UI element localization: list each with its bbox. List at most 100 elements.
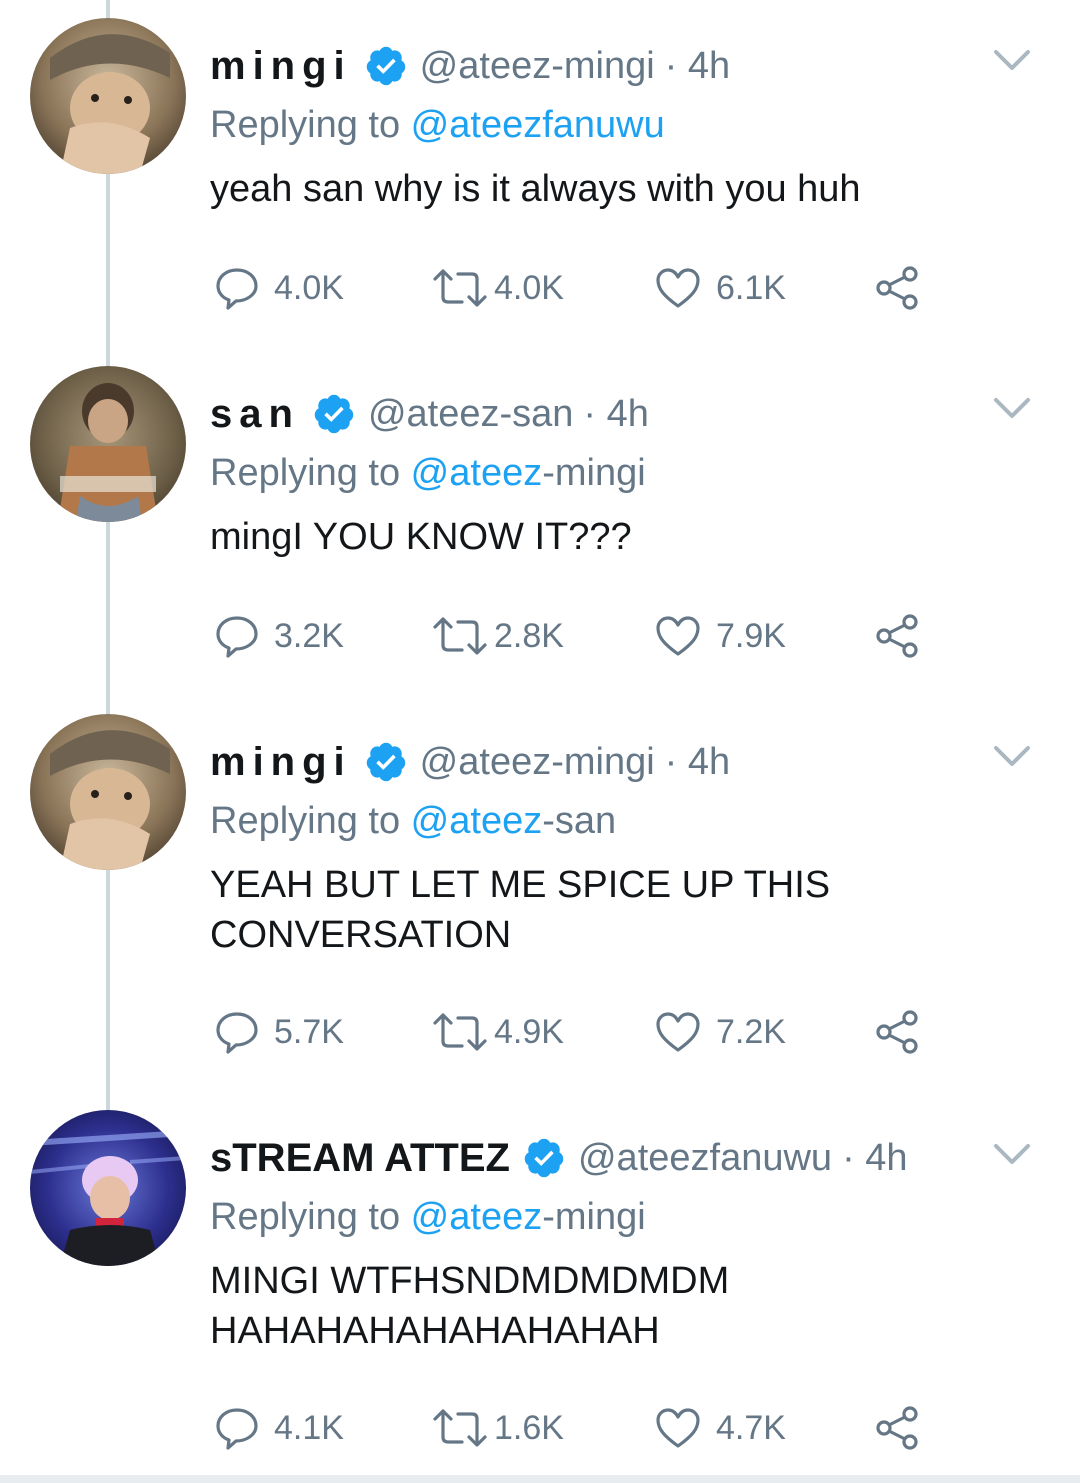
reply-count: 4.1K xyxy=(274,1408,344,1447)
retweet-count: 1.6K xyxy=(494,1408,564,1447)
replying-to-label: Replying to xyxy=(210,104,411,146)
reply-mention-link[interactable]: @ateez xyxy=(411,452,543,494)
retweet-icon xyxy=(433,269,487,307)
avatar[interactable] xyxy=(30,18,186,174)
verified-badge-icon xyxy=(524,1138,564,1178)
reply-count: 4.0K xyxy=(274,268,344,307)
tweet-actions: 3.2K 2.8K 7.9K xyxy=(214,611,934,661)
retweet-count: 2.8K xyxy=(494,616,564,655)
tweet-text: mingI YOU KNOW IT??? xyxy=(210,516,632,558)
reply-button[interactable]: 3.2K xyxy=(214,611,344,661)
comment-icon xyxy=(216,616,258,658)
share-icon xyxy=(876,266,918,310)
tweet-text: MINGI WTFHSNDMDMDMDM HAHAHAHAHAHAHAHAH xyxy=(210,1260,730,1352)
timestamp[interactable]: · 4h xyxy=(842,1137,907,1180)
tweet[interactable]: mingi @ateez-mingi · 4h Replying to @ate… xyxy=(0,18,1080,348)
replying-to: Replying to @ateezfanuwu xyxy=(210,104,665,147)
bottom-divider xyxy=(0,1475,1080,1483)
replying-to-label: Replying to xyxy=(210,1196,411,1238)
display-name[interactable]: sTREAM ATTEZ xyxy=(210,1136,510,1181)
heart-icon xyxy=(656,268,700,308)
share-icon xyxy=(876,1406,918,1450)
share-icon xyxy=(876,1010,918,1054)
reply-count: 3.2K xyxy=(274,616,344,655)
retweet-icon xyxy=(433,1013,487,1051)
display-name[interactable]: mingi xyxy=(210,740,352,785)
like-count: 7.2K xyxy=(716,1012,786,1051)
retweet-button[interactable]: 4.0K xyxy=(432,263,564,313)
retweet-icon xyxy=(433,1409,487,1447)
tweet[interactable]: sTREAM ATTEZ @ateezfanuwu · 4h Replying … xyxy=(0,1110,1080,1475)
replying-to-label: Replying to xyxy=(210,800,411,842)
tweet-header: san @ateez-san · 4h xyxy=(210,384,649,444)
avatar[interactable] xyxy=(30,714,186,870)
timestamp[interactable]: · 4h xyxy=(583,393,648,436)
retweet-count: 4.0K xyxy=(494,268,564,307)
handle[interactable]: @ateez-mingi xyxy=(420,741,655,784)
timestamp[interactable]: · 4h xyxy=(665,45,730,88)
reply-mention-rest: -san xyxy=(542,800,617,842)
avatar[interactable] xyxy=(30,1110,186,1266)
tweet-header: sTREAM ATTEZ @ateezfanuwu · 4h xyxy=(210,1128,908,1188)
tweet-text: YEAH BUT LET ME SPICE UP THIS CONVERSATI… xyxy=(210,864,831,956)
avatar[interactable] xyxy=(30,366,186,522)
retweet-icon xyxy=(433,617,487,655)
like-count: 6.1K xyxy=(716,268,786,307)
share-button[interactable] xyxy=(874,263,920,313)
display-name[interactable]: mingi xyxy=(210,44,352,89)
like-button[interactable]: 6.1K xyxy=(654,263,786,313)
handle[interactable]: @ateez-san xyxy=(368,393,573,436)
tweet-actions: 4.1K 1.6K 4.7K xyxy=(214,1403,934,1453)
tweet[interactable]: mingi @ateez-mingi · 4h Replying to @ate… xyxy=(0,714,1080,1094)
reply-mention-rest: -mingi xyxy=(542,452,646,494)
tweet[interactable]: san @ateez-san · 4h Replying to @ateez-m… xyxy=(0,366,1080,696)
reply-mention-link[interactable]: @ateezfanuwu xyxy=(411,104,665,146)
replying-to: Replying to @ateez-mingi xyxy=(210,1196,646,1239)
heart-icon xyxy=(656,1012,700,1052)
tweet-header: mingi @ateez-mingi · 4h xyxy=(210,36,730,96)
retweet-button[interactable]: 4.9K xyxy=(432,1007,564,1057)
display-name[interactable]: san xyxy=(210,392,300,437)
tweet-text: yeah san why is it always with you huh xyxy=(210,168,861,210)
replying-to: Replying to @ateez-san xyxy=(210,800,616,843)
chevron-down-icon[interactable] xyxy=(992,46,1032,74)
chevron-down-icon[interactable] xyxy=(992,394,1032,422)
chevron-down-icon[interactable] xyxy=(992,742,1032,770)
replying-to-label: Replying to xyxy=(210,452,411,494)
reply-mention-link[interactable]: @ateez xyxy=(411,1196,543,1238)
reply-mention-rest: -mingi xyxy=(542,1196,646,1238)
chevron-down-icon[interactable] xyxy=(992,1140,1032,1168)
verified-badge-icon xyxy=(314,394,354,434)
comment-icon xyxy=(216,1408,258,1450)
verified-badge-icon xyxy=(366,46,405,86)
reply-button[interactable]: 4.0K xyxy=(214,263,344,313)
reply-mention-link[interactable]: @ateez xyxy=(411,800,543,842)
comment-icon xyxy=(216,268,258,310)
comment-icon xyxy=(216,1012,258,1054)
reply-button[interactable]: 4.1K xyxy=(214,1403,344,1453)
tweet-actions: 4.0K 4.0K 6.1K xyxy=(214,263,934,313)
thread-line xyxy=(106,0,110,20)
reply-button[interactable]: 5.7K xyxy=(214,1007,344,1057)
like-count: 7.9K xyxy=(716,616,786,655)
share-button[interactable] xyxy=(874,1403,920,1453)
replying-to: Replying to @ateez-mingi xyxy=(210,452,646,495)
heart-icon xyxy=(656,1408,700,1448)
tweet-header: mingi @ateez-mingi · 4h xyxy=(210,732,730,792)
reply-count: 5.7K xyxy=(274,1012,344,1051)
retweet-count: 4.9K xyxy=(494,1012,564,1051)
handle[interactable]: @ateez-mingi xyxy=(420,45,655,88)
share-button[interactable] xyxy=(874,611,920,661)
verified-badge-icon xyxy=(366,742,405,782)
heart-icon xyxy=(656,616,700,656)
handle[interactable]: @ateezfanuwu xyxy=(578,1137,832,1180)
retweet-button[interactable]: 2.8K xyxy=(432,611,564,661)
like-button[interactable]: 4.7K xyxy=(654,1403,786,1453)
timestamp[interactable]: · 4h xyxy=(665,741,730,784)
share-button[interactable] xyxy=(874,1007,920,1057)
tweet-actions: 5.7K 4.9K 7.2K xyxy=(214,1007,934,1057)
like-button[interactable]: 7.2K xyxy=(654,1007,786,1057)
like-button[interactable]: 7.9K xyxy=(654,611,786,661)
share-icon xyxy=(876,614,918,658)
retweet-button[interactable]: 1.6K xyxy=(432,1403,564,1453)
